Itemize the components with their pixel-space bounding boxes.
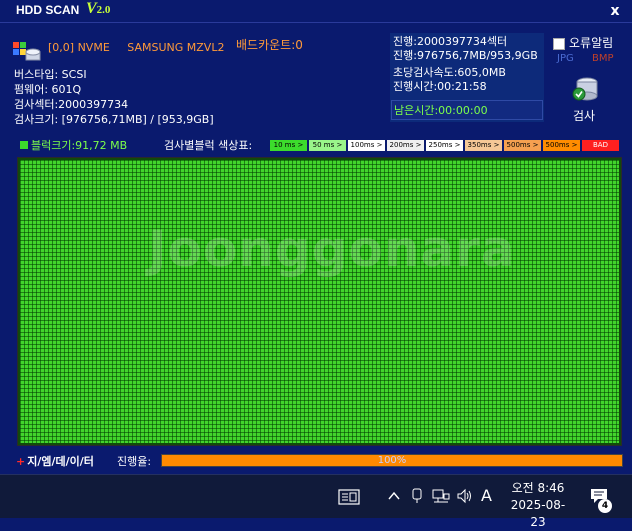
title-bar: HDD SCAN V2.0 x xyxy=(0,0,632,23)
block-size-swatch xyxy=(20,141,28,149)
error-alert-label: 오류알림 xyxy=(569,36,614,50)
scan-speed: 초당검사속도:605,0MB xyxy=(393,66,506,79)
footer: + 지/엠/데/이/터 진행율: 100% xyxy=(0,452,632,470)
block-size: 블럭크기:91,72 MB xyxy=(20,138,127,154)
legend-title: 검사별블럭 색상표: xyxy=(164,139,253,152)
legend-cell: 250ms > xyxy=(426,140,463,151)
clock-time: 오전 8:46 xyxy=(511,481,565,495)
progress-text: 100% xyxy=(377,455,407,466)
watermark: Joonggonara xyxy=(148,220,516,278)
legend-cell: 10 ms > xyxy=(270,140,307,151)
block-map xyxy=(17,157,622,446)
drive-id: [0,0] NVME xyxy=(48,41,110,54)
legend-cell: 200ms > xyxy=(387,140,424,151)
legend-cell: 50 ms > xyxy=(309,140,346,151)
scan-size: 검사크기: [976756,71MB] / [953,9GB] xyxy=(14,113,214,126)
progress-info: 진행:2000397734섹터 진행:976756,7MB/953,9GB 초당… xyxy=(393,35,538,94)
taskbar-app-icon[interactable] xyxy=(338,489,360,505)
notification-count: 4 xyxy=(598,499,612,513)
clock-date: 2025-08-23 xyxy=(510,498,566,529)
hard-drive-icon xyxy=(13,42,41,61)
scan-sectors: 검사섹터:2000397734 xyxy=(14,98,129,111)
legend-cell: BAD xyxy=(582,140,619,151)
checkbox-box[interactable] xyxy=(553,37,565,50)
progress-bar: 100% xyxy=(161,454,623,467)
network-icon[interactable] xyxy=(432,488,450,504)
legend-row: 블럭크기:91,72 MB 검사별블럭 색상표: 10 ms >50 ms >1… xyxy=(0,138,632,154)
brand-link[interactable]: + 지/엠/데/이/터 xyxy=(16,453,94,469)
legend-cell: 100ms > xyxy=(348,140,385,151)
drive-model: SAMSUNG MZVL2 xyxy=(127,41,225,54)
ime-indicator[interactable]: A xyxy=(481,486,492,505)
remaining-time: 남은시간:00:00:00 xyxy=(391,100,543,120)
legend-cell: 500ms > xyxy=(504,140,541,151)
chevron-up-icon[interactable] xyxy=(388,491,400,501)
app-title: HDD SCAN xyxy=(16,3,80,17)
format-bmp[interactable]: BMP xyxy=(592,53,614,64)
clock[interactable]: 오전 8:46 2025-08-23 xyxy=(506,480,570,529)
app-version: V2.0 xyxy=(86,0,111,17)
close-button[interactable]: x xyxy=(604,2,626,20)
speaker-icon[interactable] xyxy=(456,488,474,504)
firmware: 펌웨어: 601Q xyxy=(14,83,82,96)
block-grid xyxy=(20,160,619,443)
legend-cell: 350ms > xyxy=(465,140,502,151)
drive-info: 버스타입: SCSI 펌웨어: 601Q 검사섹터:2000397734 검사크… xyxy=(14,67,214,127)
format-jpg[interactable]: JPG xyxy=(557,53,574,64)
elapsed-time: 진행시간:00:21:58 xyxy=(393,80,487,93)
bad-count: 배드카운트:0 xyxy=(236,38,303,52)
device-icon[interactable] xyxy=(410,488,424,504)
scan-button[interactable]: 검사 xyxy=(573,107,595,124)
sector-progress: 진행:2000397734섹터 xyxy=(393,35,508,48)
progress-label: 진행율: xyxy=(117,455,152,468)
taskbar: A 오전 8:46 2025-08-23 4 xyxy=(0,474,632,529)
size-progress: 진행:976756,7MB/953,9GB xyxy=(393,49,538,62)
error-alert-checkbox[interactable]: 오류알림 xyxy=(553,34,613,51)
scan-disk-icon[interactable] xyxy=(571,74,601,104)
legend-cells: 10 ms >50 ms >100ms >200ms >250ms >350ms… xyxy=(270,140,621,151)
legend-cell: 500ms > xyxy=(543,140,580,151)
bus-type: 버스타입: SCSI xyxy=(14,68,87,81)
drive-id-row: [0,0] NVME SAMSUNG MZVL2 xyxy=(48,41,224,54)
